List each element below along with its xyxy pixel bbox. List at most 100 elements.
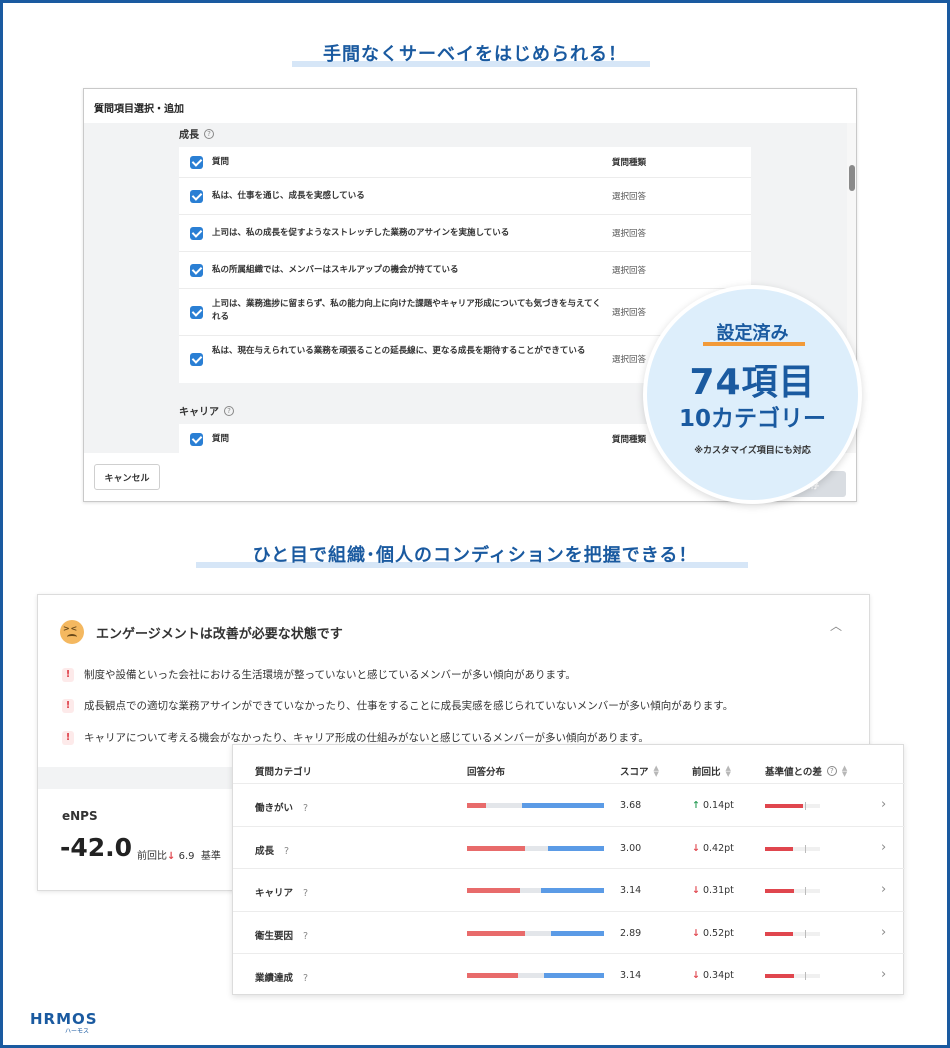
- enps-label: eNPS: [62, 809, 98, 823]
- table-row[interactable]: キャリア? 3.14 ↓ 0.31pt ›: [233, 868, 905, 910]
- chevron-up-icon[interactable]: ︿: [830, 617, 842, 634]
- sort-icon[interactable]: ▲ ▼: [726, 765, 731, 778]
- headline-bottom: ひと目で組織･個人のコンディションを把握できる！: [252, 545, 698, 566]
- warning-icon: !: [62, 667, 74, 682]
- answer-distribution-bar: [467, 803, 604, 808]
- baseline-marker: [805, 887, 806, 895]
- engagement-status-title: エンゲージメントは改善が必要な状態です: [96, 627, 343, 642]
- row-checkbox[interactable]: [190, 353, 203, 366]
- baseline-diff-bar: [765, 929, 820, 938]
- question-type: 選択回答: [612, 355, 647, 365]
- header-diff[interactable]: 前回比 ▲ ▼: [692, 764, 731, 779]
- baseline-diff-fill: [765, 804, 803, 808]
- category-name: キャリア?: [255, 888, 309, 899]
- column-type: 質問種類: [612, 158, 647, 168]
- diff-value: ↓ 0.42pt: [692, 842, 734, 854]
- score-value: 3.14: [620, 885, 642, 896]
- distribution-positive: [540, 888, 604, 893]
- select-all-checkbox[interactable]: [190, 433, 203, 446]
- answer-distribution-bar: [467, 888, 604, 893]
- headline-top: 手間なくサーベイをはじめられる！: [323, 44, 627, 65]
- baseline-diff-fill: [765, 974, 795, 978]
- chevron-right-icon[interactable]: ›: [881, 840, 886, 855]
- row-checkbox[interactable]: [190, 264, 203, 277]
- help-icon[interactable]: ?: [284, 846, 289, 857]
- sort-icon[interactable]: ▲ ▼: [654, 765, 659, 778]
- cancel-button[interactable]: キャンセル: [94, 464, 160, 490]
- baseline-diff-fill: [765, 889, 795, 893]
- table-row[interactable]: 業績達成? 3.14 ↓ 0.34pt ›: [233, 953, 905, 995]
- category-label-career: キャリア ?: [179, 403, 234, 418]
- row-checkbox[interactable]: [190, 190, 203, 203]
- answer-distribution-bar: [467, 930, 604, 936]
- header-score[interactable]: スコア ▲ ▼: [620, 764, 659, 779]
- chevron-right-icon[interactable]: ›: [881, 797, 886, 812]
- chevron-right-icon[interactable]: ›: [881, 882, 886, 897]
- diff-value: ↓ 0.34pt: [692, 970, 734, 981]
- arrow-down-icon: ↓: [167, 851, 176, 862]
- distressed-face-icon: [60, 620, 84, 644]
- modal-title: 質問項目選択・追加: [94, 104, 184, 115]
- baseline-marker: [805, 844, 806, 853]
- scrollbar-thumb[interactable]: [849, 165, 855, 191]
- category-name: 業績達成?: [255, 973, 309, 984]
- distribution-negative: [467, 930, 525, 936]
- category-name: 衛生要因?: [255, 930, 309, 942]
- arrow-down-icon: ↓: [692, 927, 700, 939]
- badge-categories: 10カテゴリー: [678, 406, 826, 432]
- category-label-growth: 成長 ?: [179, 126, 214, 141]
- distribution-positive: [543, 973, 604, 978]
- enps-comparison: 前回比↓ 6.9 基準: [137, 851, 221, 862]
- question-category-table: 質問カテゴリ 回答分布 スコア ▲ ▼ 前回比 ▲ ▼ 基準値との差 ? ▲ ▼ 働き…: [232, 744, 905, 995]
- table-row[interactable]: 働きがい? 3.68 ↑ 0.14pt ›: [233, 783, 905, 825]
- warning-icon: !: [62, 730, 74, 745]
- badge-note: ※カスタマイズ項目にも対応: [694, 446, 811, 456]
- distribution-positive: [550, 930, 604, 936]
- diff-value: ↓ 0.52pt: [692, 927, 734, 939]
- header-distribution: 回答分布: [467, 767, 506, 778]
- help-icon[interactable]: ?: [204, 128, 214, 139]
- question-type: 選択回答: [612, 308, 647, 318]
- diff-value: ↓ 0.31pt: [692, 885, 734, 896]
- select-all-checkbox[interactable]: [190, 156, 203, 169]
- configured-items-badge: 設定済み 74項目 10カテゴリー ※カスタマイズ項目にも対応: [643, 285, 862, 504]
- badge-count: 74項目: [689, 362, 816, 403]
- warning-icon: !: [62, 698, 74, 713]
- help-icon[interactable]: ?: [303, 888, 308, 899]
- column-question: 質問: [212, 157, 230, 167]
- distribution-negative: [467, 888, 521, 893]
- arrow-down-icon: ↓: [692, 970, 700, 981]
- distribution-negative: [467, 845, 525, 851]
- score-value: 2.89: [620, 927, 642, 939]
- help-icon[interactable]: ?: [826, 766, 837, 776]
- score-value: 3.14: [620, 970, 642, 981]
- score-value: 3.00: [620, 842, 642, 854]
- chevron-right-icon[interactable]: ›: [881, 967, 886, 982]
- distribution-positive: [547, 845, 604, 851]
- question-text: 私は、仕事を通じ、成長を実感している: [212, 191, 365, 201]
- help-icon[interactable]: ?: [303, 973, 308, 984]
- sort-icon[interactable]: ▲ ▼: [842, 765, 847, 778]
- score-value: 3.68: [620, 800, 642, 811]
- chevron-right-icon[interactable]: ›: [881, 925, 886, 940]
- help-icon[interactable]: ?: [224, 405, 234, 416]
- issue-text: 成長観点での適切な業務アサインができていなかったり、仕事をすることに成長実感を感…: [84, 700, 734, 712]
- table-row[interactable]: 私は、仕事を通じ、成長を実感している 選択回答: [179, 178, 751, 215]
- help-icon[interactable]: ?: [303, 803, 308, 814]
- question-text: 上司は、私の成長を促すようなストレッチした業務のアサインを実施している: [212, 228, 510, 238]
- baseline-marker: [805, 972, 806, 980]
- table-row[interactable]: 衛生要因? 2.89 ↓ 0.52pt ›: [233, 910, 905, 953]
- table-row[interactable]: 上司は、私の成長を促すようなストレッチした業務のアサインを実施している 選択回答: [179, 215, 751, 252]
- issue-text: 制度や設備といった会社における生活環境が整っていないと感じているメンバーが多い傾…: [84, 669, 576, 681]
- help-icon[interactable]: ?: [303, 931, 308, 942]
- row-checkbox[interactable]: [190, 306, 203, 319]
- question-text: 上司は、業務進捗に留まらず、私の能力向上に向けた課題やキャリア形成についても気づ…: [212, 299, 601, 322]
- issue-text: キャリアについて考える機会がなかったり、キャリア形成の仕組みがないと感じているメ…: [84, 732, 649, 744]
- header-baseline[interactable]: 基準値との差 ? ▲ ▼: [765, 764, 847, 779]
- table-row[interactable]: 私の所属組織では、メンバーはスキルアップの機会が持てている 選択回答: [179, 252, 751, 289]
- baseline-diff-fill: [765, 931, 794, 936]
- answer-distribution-bar: [467, 973, 604, 978]
- row-checkbox[interactable]: [190, 227, 203, 240]
- distribution-negative: [467, 973, 518, 978]
- table-row[interactable]: 成長? 3.00 ↓ 0.42pt ›: [233, 825, 905, 868]
